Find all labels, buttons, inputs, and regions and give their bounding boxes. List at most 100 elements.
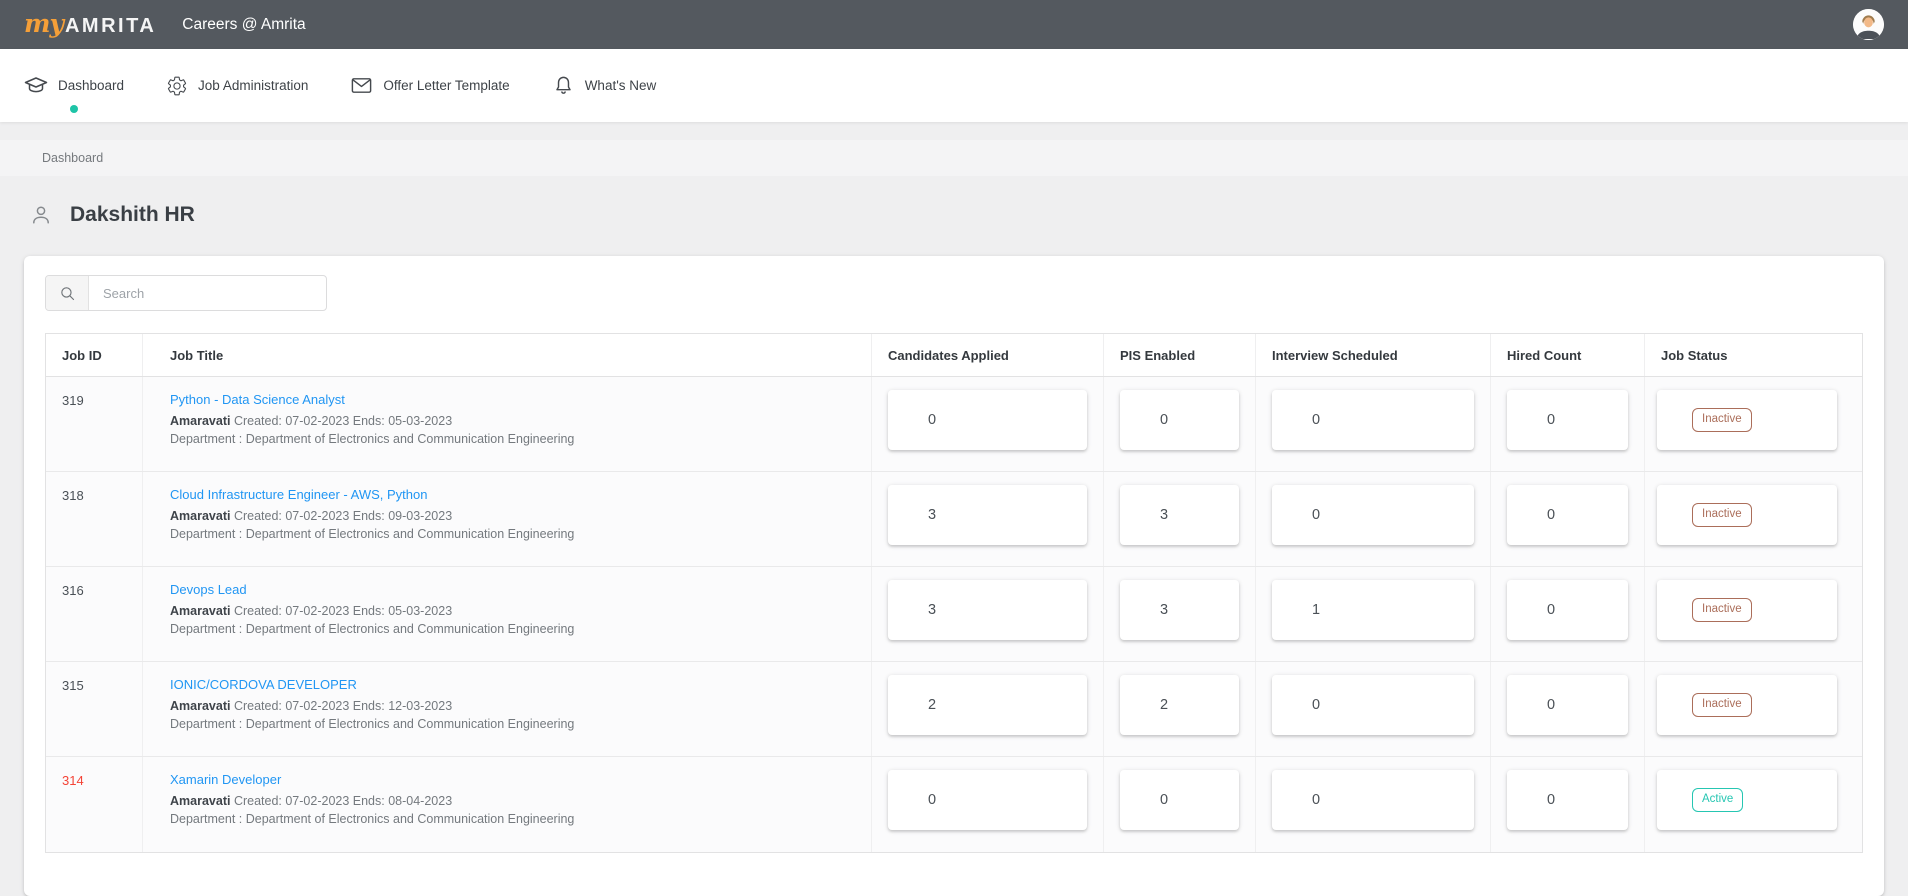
job-id: 316 (62, 583, 84, 598)
hired-count-cell: 0 (1491, 472, 1645, 566)
breadcrumb-bar: Dashboard (0, 140, 1908, 176)
hired-count-box[interactable]: 0 (1507, 580, 1628, 640)
nav-item-job-administration[interactable]: Job Administration (166, 49, 308, 122)
jobs-table: Job ID Job Title Candidates Applied PIS … (45, 333, 1863, 853)
interview-scheduled-value: 1 (1312, 602, 1321, 618)
interview-scheduled-cell: 1 (1256, 567, 1491, 661)
job-id-cell: 314 (46, 757, 143, 852)
job-id-cell: 318 (46, 472, 143, 566)
interview-scheduled-cell: 0 (1256, 472, 1491, 566)
job-department: Department : Department of Electronics a… (170, 432, 575, 446)
job-status-box: Inactive (1657, 580, 1837, 640)
interview-scheduled-value: 0 (1312, 792, 1321, 808)
interview-scheduled-cell: 0 (1256, 377, 1491, 471)
pis-enabled-value: 0 (1160, 412, 1169, 428)
interview-scheduled-cell: 0 (1256, 757, 1491, 852)
pis-enabled-cell: 0 (1104, 757, 1256, 852)
job-status-badge: Inactive (1692, 598, 1752, 622)
pis-enabled-box[interactable]: 3 (1120, 580, 1239, 640)
search-icon (60, 286, 74, 300)
job-title-link[interactable]: Devops Lead (170, 582, 247, 597)
job-status-cell: Inactive (1645, 567, 1862, 661)
candidates-applied-cell: 3 (872, 472, 1104, 566)
hired-count-box[interactable]: 0 (1507, 675, 1628, 735)
nav-label: Job Administration (198, 78, 309, 93)
pis-enabled-box[interactable]: 0 (1120, 770, 1239, 830)
job-title-link[interactable]: Python - Data Science Analyst (170, 392, 345, 407)
top-bar: my AMRITA Careers @ Amrita (0, 0, 1908, 49)
myamrita-logo[interactable]: my AMRITA (24, 11, 156, 38)
candidates-applied-value: 3 (928, 602, 937, 618)
interview-scheduled-box[interactable]: 0 (1272, 770, 1474, 830)
person-icon (33, 206, 49, 224)
job-title-cell: Cloud Infrastructure Engineer - AWS, Pyt… (143, 472, 872, 566)
table-row: 315 IONIC/CORDOVA DEVELOPER Amaravati Cr… (46, 662, 1862, 757)
interview-scheduled-box[interactable]: 1 (1272, 580, 1474, 640)
column-header-hired-count: Hired Count (1491, 334, 1645, 376)
table-row: 314 Xamarin Developer Amaravati Created:… (46, 757, 1862, 852)
envelope-icon (352, 78, 372, 93)
job-location: Amaravati (170, 699, 231, 713)
candidates-applied-value: 0 (928, 412, 937, 428)
user-avatar[interactable] (1853, 9, 1884, 40)
job-schedule: Created: 07-02-2023 Ends: 08-04-2023 (233, 794, 453, 808)
job-status-box: Inactive (1657, 390, 1837, 450)
job-title-link[interactable]: Cloud Infrastructure Engineer - AWS, Pyt… (170, 487, 427, 502)
candidates-applied-cell: 0 (872, 757, 1104, 852)
breadcrumb[interactable]: Dashboard (42, 151, 103, 165)
interview-scheduled-box[interactable]: 0 (1272, 675, 1474, 735)
job-status-cell: Active (1645, 757, 1862, 852)
search-box (45, 275, 327, 311)
job-meta-line: Amaravati Created: 07-02-2023 Ends: 05-0… (170, 414, 851, 428)
nav-item-whats-new[interactable]: What's New (552, 49, 656, 122)
pis-enabled-value: 3 (1160, 507, 1169, 523)
avatar-person-icon (1853, 9, 1884, 40)
candidates-applied-value: 3 (928, 507, 937, 523)
candidates-applied-box[interactable]: 3 (888, 485, 1087, 545)
pis-enabled-box[interactable]: 3 (1120, 485, 1239, 545)
search-input[interactable] (89, 276, 326, 310)
job-status-cell: Inactive (1645, 472, 1862, 566)
candidates-applied-box[interactable]: 2 (888, 675, 1087, 735)
interview-scheduled-value: 0 (1312, 697, 1321, 713)
page-head: Dakshith HR (29, 200, 1908, 230)
hired-count-box[interactable]: 0 (1507, 485, 1628, 545)
column-header-candidates-applied: Candidates Applied (872, 334, 1104, 376)
hired-count-box[interactable]: 0 (1507, 390, 1628, 450)
candidates-applied-box[interactable]: 0 (888, 390, 1087, 450)
nav-label: Dashboard (58, 78, 125, 93)
job-status-badge: Inactive (1692, 408, 1752, 432)
job-title-cell: IONIC/CORDOVA DEVELOPER Amaravati Create… (143, 662, 872, 756)
interview-scheduled-box[interactable]: 0 (1272, 390, 1474, 450)
job-title-link[interactable]: IONIC/CORDOVA DEVELOPER (170, 677, 357, 692)
hired-count-box[interactable]: 0 (1507, 770, 1628, 830)
app-title: Careers @ Amrita (182, 15, 306, 33)
candidates-applied-box[interactable]: 3 (888, 580, 1087, 640)
candidates-applied-cell: 3 (872, 567, 1104, 661)
job-department: Department : Department of Electronics a… (170, 527, 575, 541)
job-meta-line: Amaravati Created: 07-02-2023 Ends: 09-0… (170, 509, 851, 523)
pis-enabled-box[interactable]: 0 (1120, 390, 1239, 450)
interview-scheduled-value: 0 (1312, 412, 1321, 428)
hired-count-cell: 0 (1491, 662, 1645, 756)
job-department: Department : Department of Electronics a… (170, 717, 575, 731)
interview-scheduled-box[interactable]: 0 (1272, 485, 1474, 545)
table-header: Job ID Job Title Candidates Applied PIS … (46, 334, 1862, 377)
nav-item-dashboard[interactable]: Dashboard (24, 49, 124, 122)
job-location: Amaravati (170, 604, 231, 618)
hired-count-value: 0 (1547, 602, 1556, 618)
job-department: Department : Department of Electronics a… (170, 812, 575, 826)
candidates-applied-box[interactable]: 0 (888, 770, 1087, 830)
nav-item-offer-letter-template[interactable]: Offer Letter Template (350, 49, 510, 122)
candidates-applied-value: 0 (928, 792, 937, 808)
pis-enabled-box[interactable]: 2 (1120, 675, 1239, 735)
job-status-box: Active (1657, 770, 1837, 830)
active-indicator-dot (70, 105, 79, 113)
job-title-link[interactable]: Xamarin Developer (170, 772, 281, 787)
job-status-badge: Active (1692, 788, 1744, 812)
job-status-box: Inactive (1657, 485, 1837, 545)
job-id: 318 (62, 488, 84, 503)
job-status-box: Inactive (1657, 675, 1837, 735)
job-status-badge: Inactive (1692, 693, 1752, 717)
job-department: Department : Department of Electronics a… (170, 622, 575, 636)
